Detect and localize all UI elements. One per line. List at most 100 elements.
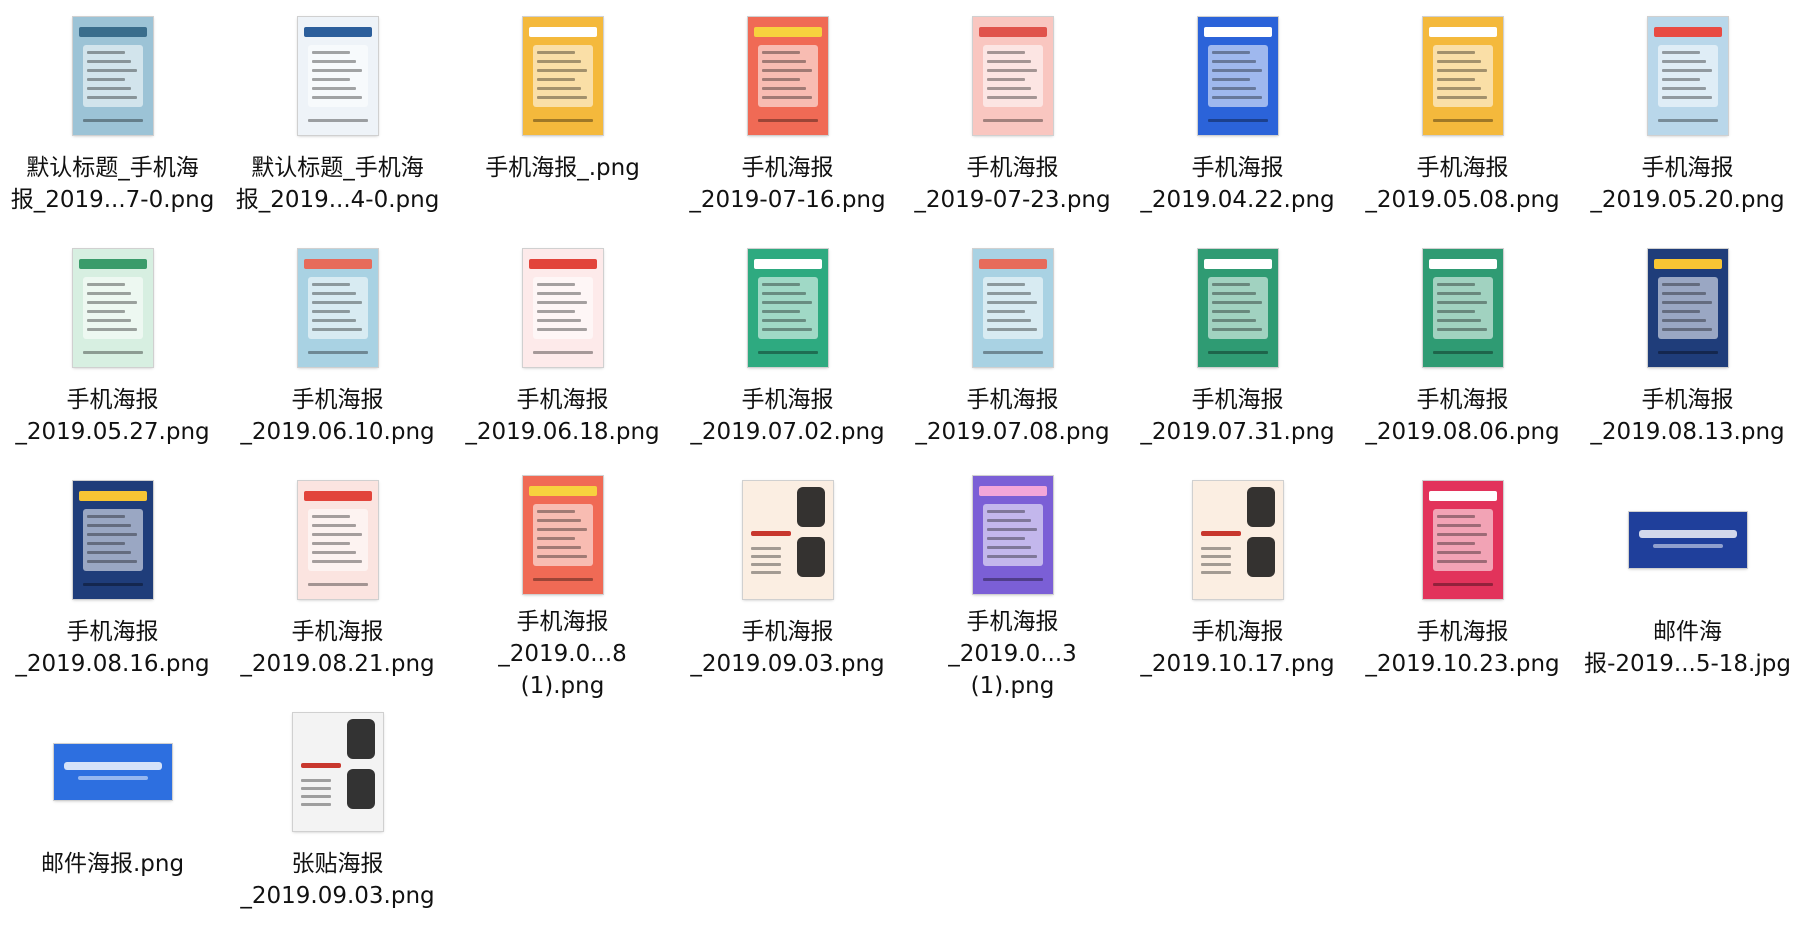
- poster-thumbnail-icon[interactable]: [972, 249, 1053, 367]
- file-name-label[interactable]: 手机海报 _2019.0...3 (1).png: [905, 606, 1120, 702]
- file-name-label[interactable]: 手机海报 _2019.10.17.png: [1130, 616, 1345, 680]
- poster-thumbnail-icon[interactable]: [297, 249, 378, 367]
- file-item[interactable]: 默认标题_手机海 报_2019...7-0.png: [0, 6, 225, 238]
- poster-thumbnail-icon[interactable]: [72, 17, 153, 135]
- poster-thumbnail-icon[interactable]: [72, 249, 153, 367]
- file-item[interactable]: 手机海报 _2019-07-23.png: [900, 6, 1125, 238]
- poster-heading-bar: [303, 259, 372, 269]
- poster-thumbnail-icon[interactable]: [1197, 17, 1278, 135]
- poster-thumbnail-icon[interactable]: [297, 481, 378, 599]
- poster-thumbnail-icon[interactable]: [1422, 481, 1503, 599]
- file-name-label[interactable]: 手机海报 _2019.08.16.png: [5, 616, 220, 680]
- file-name-label[interactable]: 手机海报 _2019-07-23.png: [905, 152, 1120, 216]
- poster-heading-bar: [1653, 259, 1722, 269]
- file-name-label[interactable]: 手机海报 _2019.07.31.png: [1130, 384, 1345, 448]
- thumbnail-area: [1350, 238, 1575, 378]
- file-name-label[interactable]: 默认标题_手机海 报_2019...4-0.png: [230, 152, 445, 216]
- file-item[interactable]: 手机海报 _2019.05.27.png: [0, 238, 225, 470]
- file-name-label[interactable]: 手机海报 _2019.07.08.png: [905, 384, 1120, 448]
- poster-text-line: [750, 555, 781, 558]
- file-name-label[interactable]: 邮件海报.png: [5, 848, 220, 880]
- file-item[interactable]: 手机海报 _2019.07.02.png: [675, 238, 900, 470]
- file-name-label[interactable]: 手机海报 _2019.08.13.png: [1580, 384, 1795, 448]
- poster-text-line: [311, 283, 350, 286]
- file-item[interactable]: 手机海报 _2019.08.21.png: [225, 470, 450, 702]
- file-name-label[interactable]: 手机海报 _2019.0...8 (1).png: [455, 606, 670, 702]
- file-name-label[interactable]: 手机海报 _2019.05.08.png: [1355, 152, 1570, 216]
- poster-thumbnail-icon[interactable]: [1647, 249, 1728, 367]
- file-item[interactable]: 邮件海 报-2019...5-18.jpg: [1575, 470, 1800, 702]
- file-name-label[interactable]: 邮件海 报-2019...5-18.jpg: [1580, 616, 1795, 680]
- file-item[interactable]: 手机海报 _2019.08.16.png: [0, 470, 225, 702]
- file-name-label[interactable]: 手机海报 _2019.04.22.png: [1130, 152, 1345, 216]
- thumbnail-area: [225, 470, 450, 610]
- file-item[interactable]: 手机海报 _2019.10.23.png: [1350, 470, 1575, 702]
- poster-thumbnail-icon[interactable]: [297, 17, 378, 135]
- poster-text-line: [761, 292, 806, 295]
- file-name-label[interactable]: 手机海报 _2019.09.03.png: [680, 616, 895, 680]
- poster-text-line: [761, 301, 812, 304]
- poster-text-line: [311, 515, 350, 518]
- file-name-label[interactable]: 手机海报 _2019.05.20.png: [1580, 152, 1795, 216]
- file-item[interactable]: 手机海报 _2019.0...3 (1).png: [900, 470, 1125, 702]
- thumbnail-area: [1350, 6, 1575, 146]
- poster-text-line: [1211, 60, 1256, 63]
- email-banner-thumbnail-icon[interactable]: [53, 744, 172, 800]
- poster-thumbnail-icon[interactable]: [747, 249, 828, 367]
- file-item[interactable]: 手机海报 _2019.04.22.png: [1125, 6, 1350, 238]
- poster-text-line: [536, 96, 587, 99]
- poster-text-line: [536, 87, 581, 90]
- file-item[interactable]: 手机海报 _2019.05.20.png: [1575, 6, 1800, 238]
- file-item[interactable]: 手机海报 _2019.08.13.png: [1575, 238, 1800, 470]
- poster-text-line: [86, 551, 131, 554]
- file-name-label[interactable]: 手机海报 _2019.10.23.png: [1355, 616, 1570, 680]
- file-item[interactable]: 手机海报 _2019-07-16.png: [675, 6, 900, 238]
- file-item[interactable]: 手机海报 _2019.05.08.png: [1350, 6, 1575, 238]
- file-item[interactable]: 手机海报 _2019.06.18.png: [450, 238, 675, 470]
- poster-thumbnail-icon[interactable]: [1197, 249, 1278, 367]
- poster-thumbnail-icon[interactable]: [742, 481, 833, 599]
- file-name-label[interactable]: 手机海报 _2019.06.10.png: [230, 384, 445, 448]
- poster-thumbnail-icon[interactable]: [972, 476, 1053, 594]
- file-name-label[interactable]: 默认标题_手机海 报_2019...7-0.png: [5, 152, 220, 216]
- poster-thumbnail-icon[interactable]: [522, 476, 603, 594]
- poster-heading-bar: [1428, 491, 1497, 501]
- file-name-label[interactable]: 手机海报 _2019.06.18.png: [455, 384, 670, 448]
- poster-thumbnail-icon[interactable]: [292, 713, 383, 831]
- poster-text-line: [986, 310, 1025, 313]
- file-item[interactable]: 手机海报 _2019.07.31.png: [1125, 238, 1350, 470]
- file-name-label[interactable]: 手机海报 _2019.05.27.png: [5, 384, 220, 448]
- poster-text-line: [761, 310, 800, 313]
- poster-thumbnail-icon[interactable]: [972, 17, 1053, 135]
- poster-thumbnail-icon[interactable]: [72, 481, 153, 599]
- poster-thumbnail-icon[interactable]: [1192, 481, 1283, 599]
- file-item[interactable]: 手机海报 _2019.10.17.png: [1125, 470, 1350, 702]
- poster-thumbnail-icon[interactable]: [522, 17, 603, 135]
- poster-text-line: [1661, 283, 1700, 286]
- poster-thumbnail-icon[interactable]: [1647, 17, 1728, 135]
- file-item[interactable]: 手机海报 _2019.0...8 (1).png: [450, 470, 675, 702]
- file-name-label[interactable]: 手机海报 _2019.08.21.png: [230, 616, 445, 680]
- email-banner-thumbnail-icon[interactable]: [1628, 512, 1747, 568]
- file-item[interactable]: 手机海报 _2019.07.08.png: [900, 238, 1125, 470]
- poster-text-line: [86, 328, 137, 331]
- file-item[interactable]: 张贴海报 _2019.09.03.png: [225, 702, 450, 934]
- file-item[interactable]: 手机海报 _2019.09.03.png: [675, 470, 900, 702]
- poster-thumbnail-icon[interactable]: [747, 17, 828, 135]
- file-name-label[interactable]: 手机海报 _2019.07.02.png: [680, 384, 895, 448]
- file-item[interactable]: 手机海报 _2019.06.10.png: [225, 238, 450, 470]
- file-name-label[interactable]: 手机海报_.png: [455, 152, 670, 184]
- poster-thumbnail-icon[interactable]: [1422, 249, 1503, 367]
- poster-thumbnail-icon[interactable]: [1422, 17, 1503, 135]
- file-item[interactable]: 默认标题_手机海 报_2019...4-0.png: [225, 6, 450, 238]
- file-name-label[interactable]: 张贴海报 _2019.09.03.png: [230, 848, 445, 912]
- file-item[interactable]: 手机海报_.png: [450, 6, 675, 238]
- poster-thumbnail-icon[interactable]: [522, 249, 603, 367]
- file-name-label[interactable]: 手机海报 _2019.08.06.png: [1355, 384, 1570, 448]
- file-item[interactable]: 手机海报 _2019.08.06.png: [1350, 238, 1575, 470]
- poster-text-line: [1211, 283, 1250, 286]
- poster-text-line: [1211, 301, 1262, 304]
- poster-text-line: [536, 292, 581, 295]
- file-name-label[interactable]: 手机海报 _2019-07-16.png: [680, 152, 895, 216]
- file-item[interactable]: 邮件海报.png: [0, 702, 225, 934]
